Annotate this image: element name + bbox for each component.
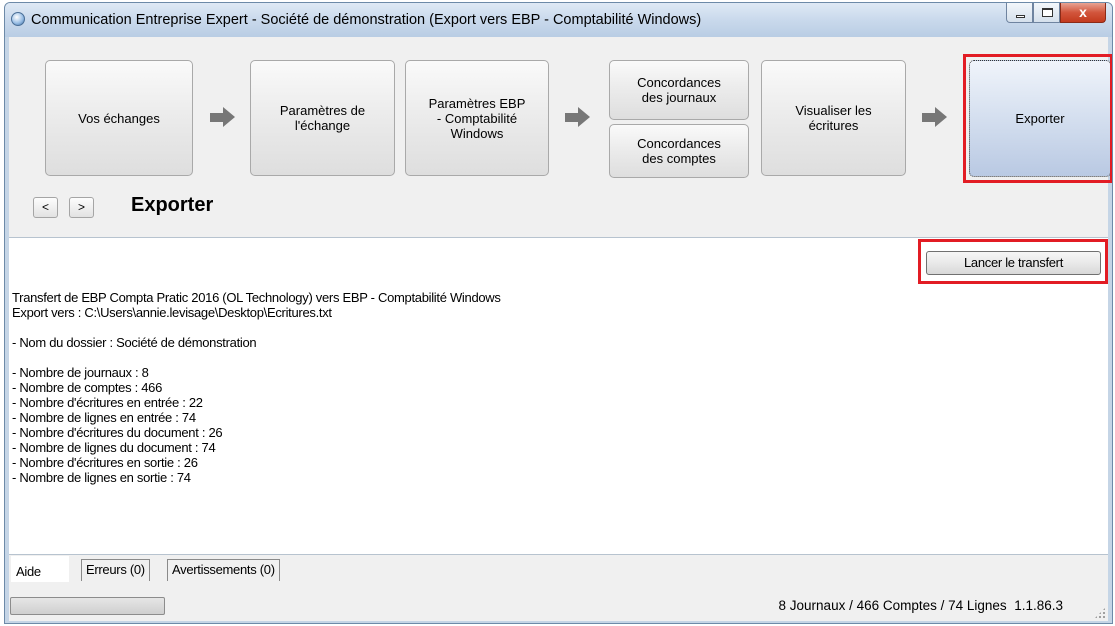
- window-controls: x: [1006, 3, 1106, 25]
- app-window: Communication Entreprise Expert - Sociét…: [4, 2, 1113, 624]
- report-line: - Nombre d'écritures du document : 26: [12, 425, 223, 440]
- client-area: Vos échanges Paramètres de l'échange Par…: [9, 37, 1112, 621]
- report-line: - Nombre de comptes : 466: [12, 380, 163, 395]
- step-vos-echanges[interactable]: Vos échanges: [45, 60, 193, 176]
- step-concordances-comptes[interactable]: Concordances des comptes: [609, 124, 749, 178]
- progress-bar: [10, 597, 165, 615]
- step-visualiser-ecritures[interactable]: Visualiser les écritures: [761, 60, 906, 176]
- step-label: Concordances des comptes: [637, 136, 721, 166]
- report-line: - Nombre de lignes en sortie : 74: [12, 470, 191, 485]
- launch-transfer-button[interactable]: Lancer le transfert: [926, 251, 1101, 275]
- tab-avertissements[interactable]: Avertissements (0): [167, 559, 280, 581]
- window-title: Communication Entreprise Expert - Sociét…: [31, 12, 702, 28]
- close-button[interactable]: x: [1060, 3, 1106, 23]
- report-line: - Nom du dossier : Société de démonstrat…: [12, 335, 257, 350]
- tab-erreurs[interactable]: Erreurs (0): [81, 559, 150, 581]
- step-exporter[interactable]: Exporter: [969, 60, 1111, 177]
- report-spacer: [12, 350, 501, 365]
- status-counts: 8 Journaux / 466 Comptes / 74 Lignes: [778, 598, 1007, 613]
- export-panel: Lancer le transfert Transfert de EBP Com…: [9, 237, 1108, 555]
- bottom-tabs: Aide Erreurs (0) Avertissements (0): [9, 556, 1108, 582]
- arrow-right-icon: [565, 107, 591, 127]
- arrow-right-icon: [210, 107, 236, 127]
- status-bar: 8 Journaux / 466 Comptes / 74 Lignes 1.1…: [9, 590, 1108, 621]
- report-line: - Nombre de lignes en entrée : 74: [12, 410, 196, 425]
- navigation-bar: < > Exporter: [9, 183, 1108, 229]
- workflow-steps: Vos échanges Paramètres de l'échange Par…: [9, 37, 1112, 184]
- step-label: Concordances des journaux: [637, 75, 721, 105]
- step-label: Visualiser les écritures: [795, 103, 872, 133]
- report-line: Export vers : C:\Users\annie.levisage\De…: [12, 305, 332, 320]
- step-label: Paramètres de l'échange: [279, 103, 366, 133]
- status-version: 1.1.86.3: [1014, 598, 1063, 613]
- app-icon: [11, 12, 25, 26]
- arrow-right-icon: [922, 107, 948, 127]
- step-parametres-echange[interactable]: Paramètres de l'échange: [250, 60, 395, 176]
- report-line: - Nombre de journaux : 8: [12, 365, 149, 380]
- title-bar[interactable]: Communication Entreprise Expert - Sociét…: [5, 3, 1112, 37]
- page-title: Exporter: [131, 194, 214, 216]
- report-spacer: [12, 320, 501, 335]
- report-line: Transfert de EBP Compta Pratic 2016 (OL …: [12, 290, 501, 305]
- minimize-button[interactable]: [1006, 3, 1033, 23]
- resize-grip-icon[interactable]: [1094, 607, 1106, 619]
- report-line: - Nombre d'écritures en sortie : 26: [12, 455, 198, 470]
- status-summary: 8 Journaux / 466 Comptes / 74 Lignes 1.1…: [779, 598, 1063, 613]
- back-button[interactable]: <: [33, 197, 58, 218]
- step-label: Vos échanges: [78, 110, 160, 126]
- tab-aide[interactable]: Aide: [11, 556, 69, 582]
- report-line: - Nombre de lignes du document : 74: [12, 440, 216, 455]
- report-line: - Nombre d'écritures en entrée : 22: [12, 395, 203, 410]
- close-icon: x: [1079, 4, 1087, 20]
- step-label: Exporter: [1015, 111, 1065, 126]
- transfer-report: Transfert de EBP Compta Pratic 2016 (OL …: [12, 290, 501, 485]
- step-parametres-ebp[interactable]: Paramètres EBP - Comptabilité Windows: [405, 60, 549, 176]
- minimize-icon: [1016, 15, 1025, 18]
- maximize-icon: [1042, 8, 1053, 17]
- forward-button[interactable]: >: [69, 197, 94, 218]
- step-concordances-journaux[interactable]: Concordances des journaux: [609, 60, 749, 120]
- step-label: Paramètres EBP - Comptabilité Windows: [428, 95, 526, 141]
- maximize-button[interactable]: [1033, 3, 1060, 23]
